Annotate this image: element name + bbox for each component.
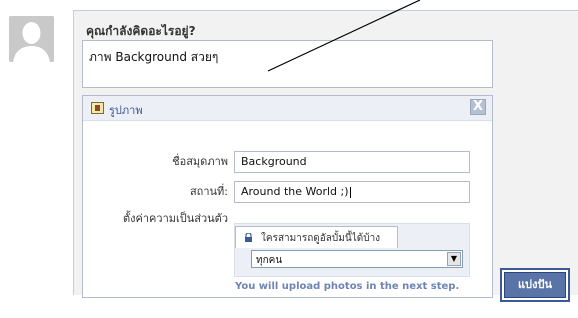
close-button[interactable]: X	[470, 99, 486, 115]
status-input[interactable]: ภาพ Background สวยๆ	[82, 40, 493, 88]
avatar	[9, 16, 54, 62]
privacy-settings-label: ตั้งค่าความเป็นส่วนตัว	[122, 212, 228, 225]
upload-note: You will upload photos in the next step.	[235, 281, 460, 292]
location-value: Around the World ;)	[241, 185, 349, 198]
album-name-input[interactable]: Background	[234, 151, 470, 173]
share-button[interactable]: แบ่งปัน	[504, 272, 566, 298]
location-input[interactable]: Around the World ;)	[234, 181, 470, 203]
photo-panel-title: รูปภาพ	[109, 104, 143, 117]
default-profile-silhouette-icon	[9, 16, 54, 62]
privacy-audience-select[interactable]: ทุกคน ▼	[251, 250, 463, 268]
privacy-settings-box: ใครสามารถดูอัลบั้มนี้ได้บ้าง ทุกคน ▼	[234, 223, 470, 277]
photo-attachment-panel: รูปภาพ X ชื่อสมุดภาพ Background สถานที่:…	[82, 95, 493, 298]
album-name-label: ชื่อสมุดภาพ	[172, 155, 228, 168]
photo-panel-header: รูปภาพ X	[83, 96, 492, 121]
share-button-focus-ring: แบ่งปัน	[500, 268, 570, 302]
text-caret	[349, 186, 351, 198]
chevron-down-icon[interactable]: ▼	[447, 252, 461, 266]
lock-icon	[245, 233, 252, 242]
privacy-tab-label: ใครสามารถดูอัลบั้มนี้ได้บ้าง	[261, 233, 381, 244]
composer-prompt: คุณกำลังคิดอะไรอยู่?	[86, 24, 196, 38]
status-composer: คุณกำลังคิดอะไรอยู่? ภาพ Background สวยๆ…	[73, 10, 578, 298]
privacy-tab[interactable]: ใครสามารถดูอัลบั้มนี้ได้บ้าง	[235, 226, 398, 248]
privacy-selected-value: ทุกคน	[256, 255, 283, 266]
location-label: สถานที่:	[189, 185, 228, 198]
photo-icon	[91, 102, 104, 114]
